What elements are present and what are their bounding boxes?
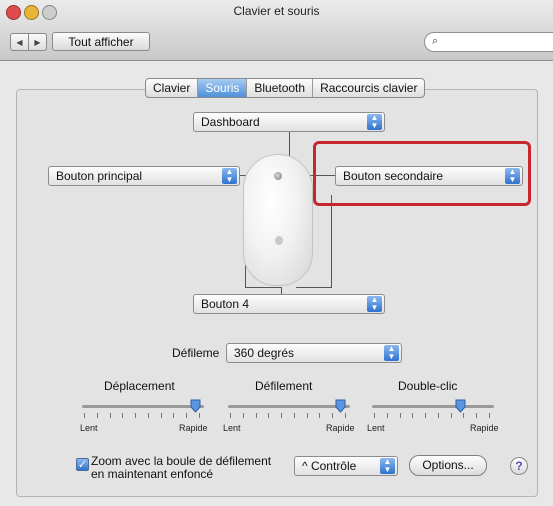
connector-side-right — [331, 195, 332, 287]
zoom-label-line2: en maintenant enfoncé — [91, 467, 214, 481]
popup-arrows-icon: ▲ ▼ — [367, 114, 382, 130]
scroll-ball — [274, 172, 282, 180]
double-click-title: Double-clic — [398, 379, 458, 393]
top-button-popup[interactable]: Dashboard ▲ ▼ — [193, 112, 385, 132]
search-icon: ⌕ — [432, 35, 439, 47]
back-button[interactable]: ◀ — [10, 33, 29, 51]
back-icon: ◀ — [16, 37, 23, 47]
scrolling-max-label: Rapide — [326, 423, 355, 433]
primary-button-popup[interactable]: Bouton principal ▲ ▼ — [48, 166, 240, 186]
tracking-max-label: Rapide — [179, 423, 208, 433]
zoom-checkbox[interactable]: ✓ — [76, 458, 89, 471]
show-all-button[interactable]: Tout afficher — [52, 32, 150, 51]
scrolling-slider-thumb[interactable] — [335, 399, 346, 413]
scroll-popup[interactable]: 360 degrés ▲ ▼ — [226, 343, 402, 363]
tracking-ticks — [84, 413, 200, 419]
secondary-button-highlight — [313, 141, 531, 206]
scrolling-ticks — [230, 413, 346, 419]
bottom-button-popup[interactable]: Bouton 4 ▲ ▼ — [193, 294, 385, 314]
connector-bottom-left — [245, 287, 281, 288]
tracking-slider[interactable] — [82, 405, 204, 408]
options-button[interactable]: Options... — [409, 455, 487, 476]
scroll-value: 360 degrés — [234, 346, 295, 360]
tracking-title: Déplacement — [104, 379, 175, 393]
double-click-min-label: Lent — [367, 423, 385, 433]
apple-logo-icon — [275, 236, 283, 245]
tab-souris[interactable]: Souris — [198, 79, 248, 97]
popup-arrows-icon: ▲ ▼ — [222, 168, 237, 184]
mighty-mouse-image — [243, 154, 313, 286]
window-title: Clavier et souris — [233, 4, 320, 18]
scrolling-title: Défilement — [255, 379, 313, 393]
double-click-slider-thumb[interactable] — [455, 399, 466, 413]
tab-raccourcis-clavier[interactable]: Raccourcis clavier — [313, 79, 424, 97]
zoom-modifier-popup[interactable]: ^ Contrôle ▲ ▼ — [294, 456, 398, 476]
zoom-label: Zoom avec la boule de défilement en main… — [91, 455, 271, 481]
double-click-max-label: Rapide — [470, 423, 499, 433]
bottom-button-value: Bouton 4 — [201, 297, 250, 311]
help-button[interactable]: ? — [510, 457, 528, 475]
connector-bottom-drop — [281, 287, 282, 294]
tab-bluetooth[interactable]: Bluetooth — [247, 79, 314, 97]
popup-arrows-icon: ▲ ▼ — [367, 296, 382, 312]
double-click-slider[interactable] — [372, 405, 494, 408]
popup-arrows-icon: ▲ ▼ — [380, 458, 395, 474]
tab-clavier[interactable]: Clavier — [146, 79, 199, 97]
window: Clavier et souris ◀ ▶ Tout afficher ⌕ Cl… — [0, 0, 553, 506]
title-bar: Clavier et souris ◀ ▶ Tout afficher ⌕ — [0, 0, 553, 61]
scroll-label: Défileme — [172, 346, 220, 360]
search-field[interactable]: ⌕ — [424, 32, 553, 52]
connector-bottom-right — [296, 287, 332, 288]
double-click-ticks — [374, 413, 490, 419]
forward-button[interactable]: ▶ — [28, 33, 47, 51]
scrolling-slider[interactable] — [228, 405, 350, 408]
checkmark-icon: ✓ — [77, 459, 88, 471]
tracking-slider-thumb[interactable] — [190, 399, 201, 413]
primary-button-value: Bouton principal — [56, 169, 143, 183]
top-button-value: Dashboard — [201, 115, 260, 129]
zoom-modifier-value: ^ Contrôle — [302, 459, 357, 473]
tracking-min-label: Lent — [80, 423, 98, 433]
tab-bar: Clavier Souris Bluetooth Raccourcis clav… — [145, 78, 426, 98]
scrolling-min-label: Lent — [223, 423, 241, 433]
forward-icon: ▶ — [34, 37, 41, 47]
popup-arrows-icon: ▲ ▼ — [384, 345, 399, 361]
